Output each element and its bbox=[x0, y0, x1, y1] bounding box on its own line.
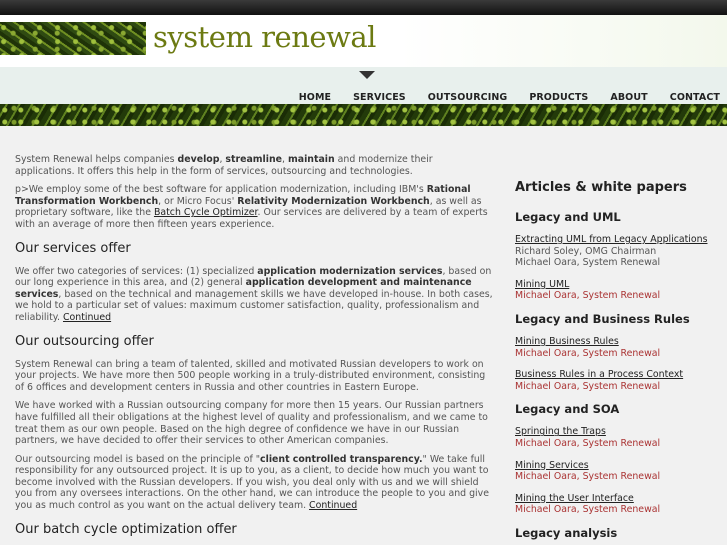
outsourcing-paragraph-1: System Renewal can bring a team of talen… bbox=[15, 358, 486, 393]
article-author: Michael Oara, System Renewal bbox=[515, 290, 661, 302]
outsourcing-paragraph-3: Our outsourcing model is based on the pr… bbox=[15, 453, 489, 512]
article-author: Michael Oara, System Renewal bbox=[515, 504, 661, 516]
top-bar bbox=[0, 0, 727, 15]
article-author: Michael Oara, System Renewal bbox=[515, 471, 661, 483]
article-item: Mining Services Michael Oara, System Ren… bbox=[515, 460, 720, 483]
outsourcing-continued-link[interactable]: Continued bbox=[309, 500, 357, 511]
nav-contact[interactable]: CONTACT bbox=[670, 92, 720, 103]
article-link[interactable]: Business Rules in a Process Context bbox=[515, 369, 720, 381]
article-author: Michael Oara, System Renewal bbox=[515, 257, 661, 269]
nav-home[interactable]: HOME bbox=[299, 92, 331, 103]
nav-outsourcing[interactable]: OUTSOURCING bbox=[428, 92, 508, 103]
section-legacy-analysis: Legacy analysis bbox=[515, 525, 618, 540]
outsourcing-paragraph-2: We have worked with a Russian outsourcin… bbox=[15, 400, 488, 447]
article-link[interactable]: Extracting UML from Legacy Applications bbox=[515, 234, 720, 246]
nav-services[interactable]: SERVICES bbox=[353, 92, 406, 103]
article-link[interactable]: Mining Services bbox=[515, 460, 720, 472]
article-link[interactable]: Mining UML bbox=[515, 279, 720, 291]
decorative-pattern-band bbox=[0, 104, 727, 126]
main-nav: HOME SERVICES OUTSOURCING PRODUCTS ABOUT… bbox=[277, 92, 720, 103]
nav-about[interactable]: ABOUT bbox=[610, 92, 647, 103]
article-item: Springing the Traps Michael Oara, System… bbox=[515, 426, 720, 449]
article-link[interactable]: Mining Business Rules bbox=[515, 336, 720, 348]
article-link[interactable]: Springing the Traps bbox=[515, 426, 720, 438]
software-paragraph: p>We employ some of the best software fo… bbox=[15, 184, 488, 230]
section-legacy-soa: Legacy and SOA bbox=[515, 402, 620, 417]
services-heading: Our services offer bbox=[15, 240, 131, 256]
logo-image[interactable] bbox=[0, 22, 146, 55]
article-item: Mining Business Rules Michael Oara, Syst… bbox=[515, 336, 720, 359]
services-continued-link[interactable]: Continued bbox=[63, 312, 111, 323]
batch-cycle-optimizer-link[interactable]: Batch Cycle Optimizer bbox=[154, 207, 258, 218]
article-item: Mining the User Interface Michael Oara, … bbox=[515, 493, 720, 516]
main-content: System Renewal helps companies develop, … bbox=[15, 154, 493, 545]
article-author: Michael Oara, System Renewal bbox=[515, 347, 661, 359]
section-legacy-uml: Legacy and UML bbox=[515, 210, 621, 224]
article-author: Michael Oara, System Renewal bbox=[515, 437, 661, 449]
services-paragraph: We offer two categories of services: (1)… bbox=[15, 265, 493, 323]
article-item: Extracting UML from Legacy Applications … bbox=[515, 234, 720, 269]
sidebar: Articles & white papers Legacy and UML E… bbox=[515, 180, 720, 545]
article-item: Mining UML Michael Oara, System Renewal bbox=[515, 279, 720, 302]
article-author: Michael Oara, System Renewal bbox=[515, 380, 661, 392]
intro-paragraph: System Renewal helps companies develop, … bbox=[15, 154, 433, 177]
sidebar-title: Articles & white papers bbox=[515, 180, 687, 195]
nav-products[interactable]: PRODUCTS bbox=[529, 92, 588, 103]
nav-arrow-icon bbox=[359, 71, 375, 79]
article-link[interactable]: Mining the User Interface bbox=[515, 493, 720, 505]
site-title[interactable]: system renewal bbox=[153, 20, 376, 54]
outsourcing-heading: Our outsourcing offer bbox=[15, 333, 154, 349]
article-author: Richard Soley, OMG Chairman bbox=[515, 245, 657, 257]
batch-heading: Our batch cycle optimization offer bbox=[15, 521, 237, 537]
article-item: Business Rules in a Process Context Mich… bbox=[515, 369, 720, 392]
section-legacy-business-rules: Legacy and Business Rules bbox=[515, 311, 690, 326]
